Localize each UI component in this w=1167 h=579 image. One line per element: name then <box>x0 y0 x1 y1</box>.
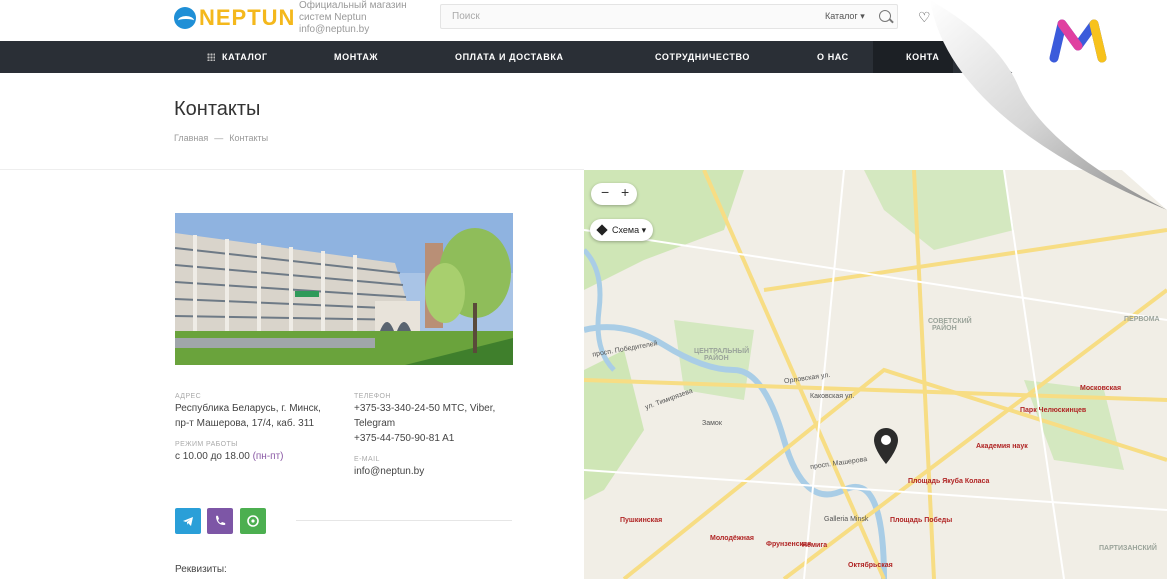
nav-catalog[interactable]: КАТАЛОГ <box>207 41 268 73</box>
hours-time: с 10.00 до 18.00 <box>175 451 250 462</box>
hours-label: РЕЖИМ РАБОТЫ <box>175 441 238 448</box>
map-poi-zamok: Замок <box>702 420 722 427</box>
shop-line-2: систем Neptun <box>299 12 367 23</box>
viber-icon <box>216 515 226 525</box>
address-line-2: пр-т Машерова, 17/4, каб. 311 <box>175 418 315 429</box>
breadcrumb: Главная — Контакты <box>174 133 268 143</box>
office-building-photo <box>175 213 513 365</box>
phone-2[interactable]: +375-44-750-90-81 A1 <box>354 431 495 446</box>
map-canvas[interactable] <box>584 170 1167 579</box>
map-metro-kolasa: Площадь Якуба Коласа <box>908 478 990 485</box>
email-value[interactable]: info@neptun.by <box>354 464 424 479</box>
nav-montazh[interactable]: МОНТАЖ <box>334 41 378 73</box>
page-title: Контакты <box>174 98 261 120</box>
map-metro-pushkinskaya: Пушкинская <box>620 517 663 524</box>
map-district-sovetsky: СОВЕТСКИЙ РАЙОН <box>928 318 972 332</box>
map-type-label: Схема <box>612 225 640 235</box>
telegram-icon <box>183 517 193 526</box>
page-curl-ad[interactable] <box>930 0 1167 210</box>
phone-1[interactable]: +375-33-340-24-50 МТС, Viber, <box>354 401 495 416</box>
layers-icon <box>596 224 608 236</box>
zoom-out-button[interactable]: − <box>601 184 609 200</box>
map-metro-chelyuskintsev: Парк Челюскинцев <box>1020 407 1087 414</box>
map-metro-molodezhnaya: Молодёжная <box>710 535 754 542</box>
social-divider <box>296 520 512 521</box>
nav-payment-delivery[interactable]: ОПЛАТА И ДОСТАВКА <box>455 41 564 73</box>
logo-text: NEPTUN <box>199 5 296 30</box>
map-metro-moskovskaya: Московская <box>1080 385 1122 392</box>
grid-icon <box>207 53 215 61</box>
phone-label: ТЕЛЕФОН <box>354 393 391 400</box>
breadcrumb-separator: — <box>214 133 224 143</box>
breadcrumb-current: Контакты <box>229 133 269 143</box>
map-metro-oktyabrskaya: Октябрьская <box>848 562 893 569</box>
breadcrumb-home[interactable]: Главная <box>174 133 208 143</box>
map-zoom-control: − + <box>591 183 637 205</box>
email-label: E-MAIL <box>354 456 380 463</box>
map-poi-galleria: Galleria Minsk <box>824 516 869 523</box>
phone-1-extra: Telegram <box>354 418 396 429</box>
map-district-pervomaysky: ПЕРВОМА <box>1124 316 1160 323</box>
whatsapp-icon <box>247 515 259 527</box>
search-category-select[interactable]: Каталог ▾ <box>825 11 865 22</box>
search-input[interactable]: Поиск <box>452 11 480 22</box>
contact-map[interactable]: − + Схема ▾ СОВЕТСКИЙ РАЙОН ЦЕНТРАЛЬНЫЙ РА… <box>584 170 1167 579</box>
whatsapp-button[interactable] <box>240 508 266 534</box>
telegram-button[interactable] <box>175 508 201 534</box>
shop-email[interactable]: info@neptun.by <box>299 24 407 36</box>
favorites-heart-icon[interactable]: ♡ <box>918 9 931 26</box>
address-label: АДРЕС <box>175 393 202 400</box>
zoom-in-button[interactable]: + <box>621 184 629 200</box>
address-line-1: Республика Беларусь, г. Минск, <box>175 403 321 414</box>
map-metro-akademiya: Академия наук <box>976 443 1028 450</box>
search-bar[interactable]: Поиск Каталог ▾ <box>440 4 898 29</box>
phone-value: +375-33-340-24-50 МТС, Viber, Telegram +… <box>354 401 495 446</box>
nav-catalog-label: КАТАЛОГ <box>222 52 268 62</box>
shop-line-1: Официальный магазин <box>299 0 407 11</box>
neptun-logo[interactable]: NEPTUN <box>174 5 295 31</box>
map-type-select[interactable]: Схема ▾ <box>590 219 653 241</box>
header-divider <box>0 169 584 170</box>
hours-days: (пн-пт) <box>252 451 284 462</box>
search-category-label: Каталог <box>825 11 858 21</box>
map-metro-pobedy: Площадь Победы <box>890 517 953 524</box>
shop-info: Официальный магазин систем Neptun info@n… <box>299 0 407 36</box>
map-district-central: ЦЕНТРАЛЬНЫЙ РАЙОН <box>694 348 750 362</box>
requisites-label: Реквизиты: <box>175 564 227 575</box>
map-district-partizansky: ПАРТИЗАНСКИЙ <box>1099 545 1157 552</box>
map-metro-frunzenskaya: Фрунзенская <box>766 541 812 548</box>
search-icon[interactable] <box>879 10 891 22</box>
nav-about[interactable]: О НАС <box>817 41 849 73</box>
nav-cooperation[interactable]: СОТРУДНИЧЕСТВО <box>655 41 750 73</box>
address-value: Республика Беларусь, г. Минск, пр-т Маше… <box>175 401 321 431</box>
hours-value: с 10.00 до 18.00 (пн-пт) <box>175 449 284 464</box>
logo-wave-icon <box>174 7 196 29</box>
map-street-kakovskaya: Каковская ул. <box>810 393 855 400</box>
viber-button[interactable] <box>207 508 233 534</box>
